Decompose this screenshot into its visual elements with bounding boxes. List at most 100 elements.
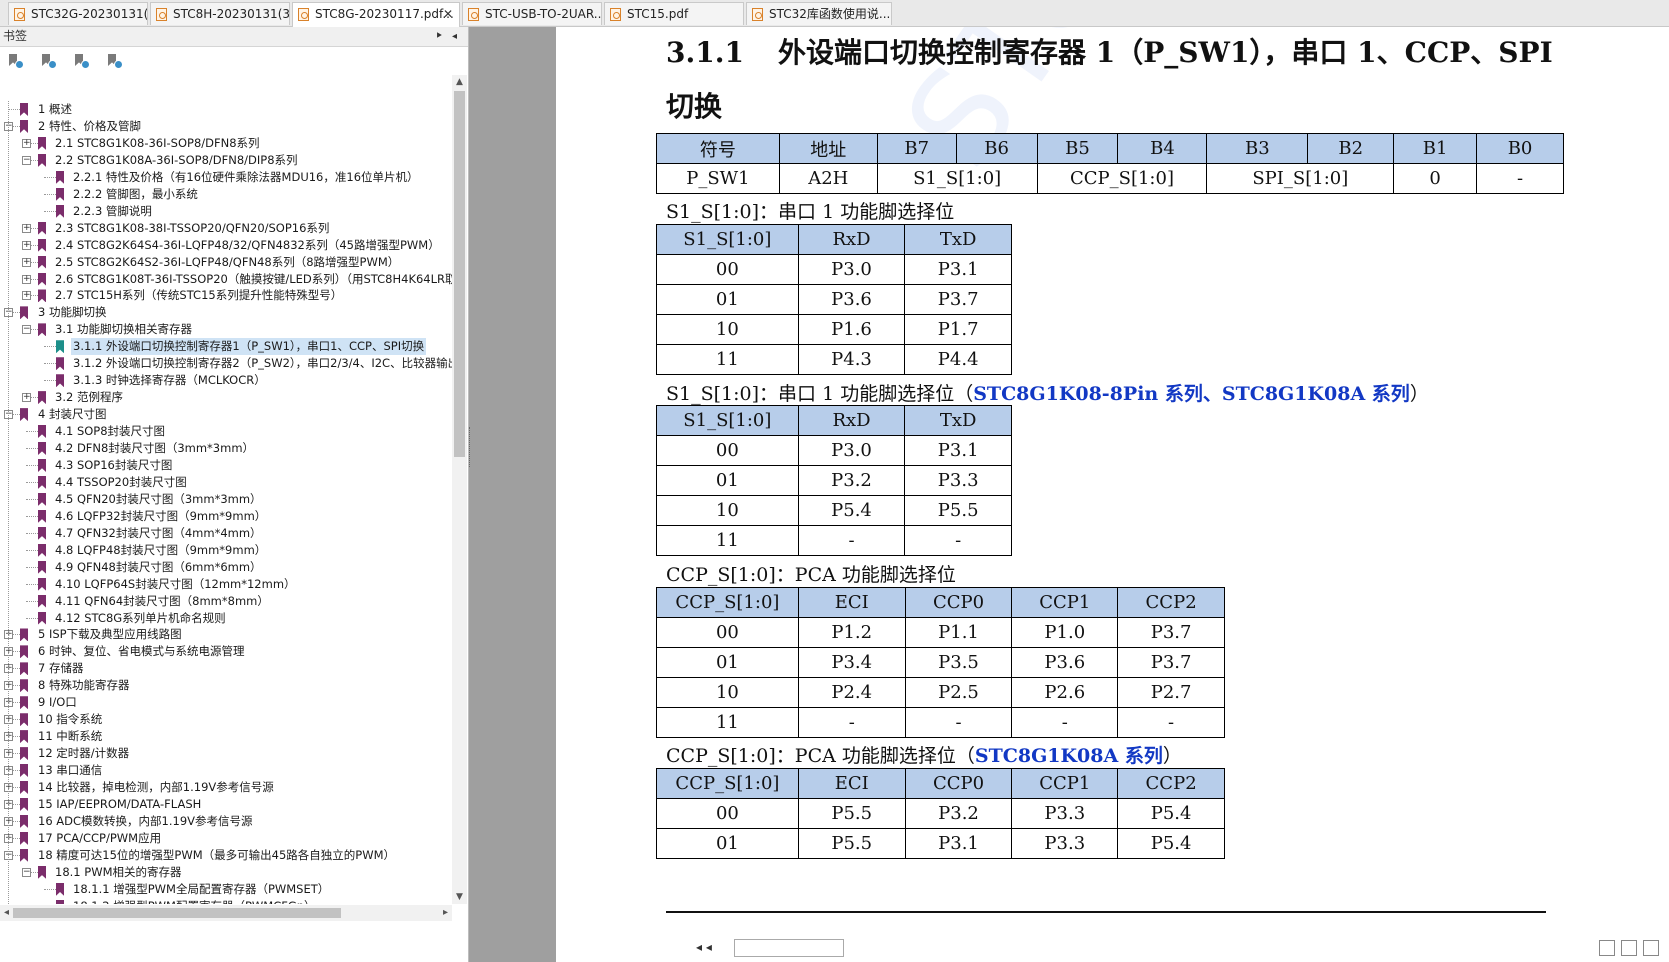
bookmark-item[interactable]: 4.9 QFN48封装尺寸图（6mm*6mm） xyxy=(0,559,452,576)
bookmark-item[interactable]: 4.10 LQFP64S封装尺寸图（12mm*12mm） xyxy=(0,576,452,593)
scroll-up-icon[interactable]: ▲ xyxy=(452,75,467,89)
bookmark-item[interactable]: 2.2.3 管脚说明 xyxy=(0,203,452,220)
bookmark-icon xyxy=(38,492,46,506)
bookmark-item[interactable]: −3 功能脚切换 xyxy=(0,304,452,321)
bookmark-item[interactable]: 4.5 QFN20封装尺寸图（3mm*3mm） xyxy=(0,491,452,508)
bookmark-item[interactable]: −2 特性、价格及管脚 xyxy=(0,118,452,135)
bookmark-collapse-icon[interactable] xyxy=(39,52,57,70)
bookmark-item[interactable]: −4 封装尺寸图 xyxy=(0,406,452,423)
bookmark-item[interactable]: +2.3 STC8G1K08-38I-TSSOP20/QFN20/SOP16系列 xyxy=(0,220,452,237)
bookmark-item[interactable]: − 2.2 STC8G1K08A-36I-SOP8/DFN8/DIP8系列 xyxy=(0,152,452,169)
table-cell: P3.2 xyxy=(904,798,1013,829)
expand-icon[interactable]: + xyxy=(22,274,31,284)
bookmark-item[interactable]: 4.4 TSSOP20封装尺寸图 xyxy=(0,474,452,491)
hscrollbar-thumb[interactable] xyxy=(13,908,341,918)
table-cell: 01 xyxy=(656,828,799,859)
bookmark-item[interactable]: 3.1.1 外设端口切换控制寄存器1（P_SW1），串口1、CCP、SPI切换 xyxy=(0,338,452,356)
bookmark-item[interactable]: +2.6 STC8G1K08T-36I-TSSOP20（触摸按键/LED系列）（… xyxy=(0,271,452,288)
splitter-grip[interactable] xyxy=(469,427,474,467)
tab-5[interactable]: STC15.pdf xyxy=(604,2,744,25)
bookmark-item[interactable]: 4.3 SOP16封装尺寸图 xyxy=(0,457,452,474)
bookmark-item[interactable]: +5 ISP下载及典型应用线路图 xyxy=(0,626,452,643)
bookmark-expand-icon[interactable] xyxy=(6,52,24,70)
expand-icon[interactable]: + xyxy=(22,257,31,267)
table-cell: P3.3 xyxy=(904,465,1012,496)
bookmark-label: 4.2 DFN8封装尺寸图（3mm*3mm） xyxy=(55,441,255,455)
continuous-view-icon[interactable] xyxy=(1621,940,1637,956)
facing-view-icon[interactable] xyxy=(1643,940,1659,956)
collapse-icon[interactable]: − xyxy=(22,325,31,335)
bookmark-find-icon[interactable] xyxy=(105,52,123,70)
bookmark-item[interactable]: 4.2 DFN8封装尺寸图（3mm*3mm） xyxy=(0,440,452,457)
bookmark-item[interactable]: 2.2.2 管脚图，最小系统 xyxy=(0,186,452,203)
bookmark-item[interactable]: +16 ADC模数转换，内部1.19V参考信号源 xyxy=(0,813,452,830)
tab-4[interactable]: STC-USB-TO-2UAR... xyxy=(462,2,602,25)
bookmark-item[interactable]: +2.1 STC8G1K08-36I-SOP8/DFN8系列 xyxy=(0,135,452,152)
bookmark-item[interactable]: +13 串口通信 xyxy=(0,762,452,779)
tab-1[interactable]: STC32G-20230131(... xyxy=(8,2,148,25)
table-cell: P4.4 xyxy=(904,344,1012,375)
close-tab-icon[interactable]: ✕ xyxy=(443,3,453,25)
bookmark-item[interactable]: +6 时钟、复位、省电模式与系统电源管理 xyxy=(0,643,452,660)
collapse-icon[interactable]: − xyxy=(22,155,31,165)
bookmark-item[interactable]: − 18.1 PWM相关的寄存器 xyxy=(0,864,452,881)
scroll-left-icon[interactable]: ◂ xyxy=(0,905,13,921)
bookmark-item[interactable]: −18 精度可达15位的增强型PWM（最多可输出45路各自独立的PWM） xyxy=(0,847,452,864)
expand-icon[interactable]: + xyxy=(22,138,31,148)
bookmark-item[interactable]: +12 定时器/计数器 xyxy=(0,745,452,762)
tab-6[interactable]: STC32库函数使用说... xyxy=(746,2,892,25)
bookmark-item[interactable]: 1 概述 xyxy=(0,101,452,118)
bookmark-item[interactable]: +8 特殊功能寄存器 xyxy=(0,677,452,694)
bookmark-item[interactable]: 4.8 LQFP48封装尺寸图（9mm*9mm） xyxy=(0,542,452,559)
bookmark-item[interactable]: +11 中断系统 xyxy=(0,728,452,745)
ccpb-title-close: ） xyxy=(1162,745,1182,767)
scroll-down-icon[interactable]: ▼ xyxy=(452,890,467,904)
expand-icon[interactable]: + xyxy=(22,240,31,250)
pdf-file-icon xyxy=(752,8,763,21)
panel-controls[interactable]: ⯈ ◂ xyxy=(435,27,460,46)
expand-icon[interactable]: + xyxy=(22,393,31,403)
scroll-right-icon[interactable]: ▸ xyxy=(439,905,452,921)
bookmark-item[interactable]: +14 比较器，掉电检测，内部1.19V参考信号源 xyxy=(0,779,452,796)
bookmark-item[interactable]: 4.7 QFN32封装尺寸图（4mm*4mm） xyxy=(0,525,452,542)
bookmark-item[interactable]: +10 指令系统 xyxy=(0,711,452,728)
bookmark-item[interactable]: +2.4 STC8G2K64S4-36I-LQFP48/32/QFN4832系列… xyxy=(0,237,452,254)
bookmark-item[interactable]: 3.1.2 外设端口切换控制寄存器2（P_SW2），串口2/3/4、I2C、比较… xyxy=(0,355,452,372)
status-bar: ◂ ◂ xyxy=(556,936,1669,962)
bookmark-item[interactable]: 4.12 STC8G系列单片机命名规则 xyxy=(0,610,452,627)
bookmark-item[interactable]: +9 I/O口 xyxy=(0,694,452,711)
bookmark-item[interactable]: +15 IAP/EEPROM/DATA-FLASH xyxy=(0,796,452,813)
bookmark-label: 16 ADC模数转换，内部1.19V参考信号源 xyxy=(38,813,253,828)
bookmark-label: 4.1 SOP8封装尺寸图 xyxy=(55,424,166,439)
horizontal-scrollbar[interactable]: ◂ ▸ xyxy=(0,905,452,921)
bookmark-item[interactable]: +2.5 STC8G2K64S2-36I-LQFP48/QFN48系列（8路增强… xyxy=(0,254,452,271)
collapse-icon[interactable]: − xyxy=(22,867,31,877)
expand-icon[interactable]: + xyxy=(22,291,31,301)
tab-2[interactable]: STC8H-20230131(3... xyxy=(150,2,290,25)
bookmark-item[interactable]: 18.1.1 增强型PWM全局配置寄存器（PWMSET） xyxy=(0,881,452,898)
bookmark-item[interactable]: 18.1.2 增强型PWM配置寄存器（PWMCFGn） xyxy=(0,898,452,904)
bookmark-item[interactable]: +7 存储器 xyxy=(0,660,452,677)
table-row: 11 P4.3 P4.4 xyxy=(656,344,1012,375)
table-cell: 01 xyxy=(656,284,799,315)
page-nav-icons[interactable]: ◂ ◂ xyxy=(696,940,712,954)
bookmark-item[interactable]: +2.7 STC15H系列（传统STC15系列提升性能特殊型号） xyxy=(0,287,452,304)
bookmark-label: 10 指令系统 xyxy=(38,712,103,727)
bookmark-item[interactable]: 3.1.3 时钟选择寄存器（MCLKOCR） xyxy=(0,372,452,389)
bookmark-item[interactable]: +17 PCA/CCP/PWM应用 xyxy=(0,830,452,847)
single-page-view-icon[interactable] xyxy=(1599,940,1615,956)
tab-3[interactable]: STC8G-20230117.pdf... ✕ xyxy=(292,2,460,27)
expand-icon[interactable]: + xyxy=(22,223,31,233)
bookmark-goto-icon[interactable] xyxy=(72,52,90,70)
bookmark-item[interactable]: 4.6 LQFP32封装尺寸图（9mm*9mm） xyxy=(0,508,452,525)
table-cell: P5.4 xyxy=(797,495,906,526)
table-header-cell: ECI xyxy=(797,768,906,799)
bookmark-item[interactable]: − 3.1 功能脚切换相关寄存器 xyxy=(0,321,452,338)
bookmark-item[interactable]: 4.11 QFN64封装尺寸图（8mm*8mm） xyxy=(0,593,452,610)
bookmark-item[interactable]: 4.1 SOP8封装尺寸图 xyxy=(0,423,452,440)
bookmark-item[interactable]: +3.2 范例程序 xyxy=(0,389,452,406)
page-number-input[interactable] xyxy=(734,939,844,957)
bookmark-item[interactable]: 2.2.1 特性及价格（有16位硬件乘除法器MDU16，准16位单片机） xyxy=(0,169,452,186)
scrollbar-thumb[interactable] xyxy=(454,91,465,457)
vertical-scrollbar[interactable]: ▲ ▼ xyxy=(452,75,467,904)
